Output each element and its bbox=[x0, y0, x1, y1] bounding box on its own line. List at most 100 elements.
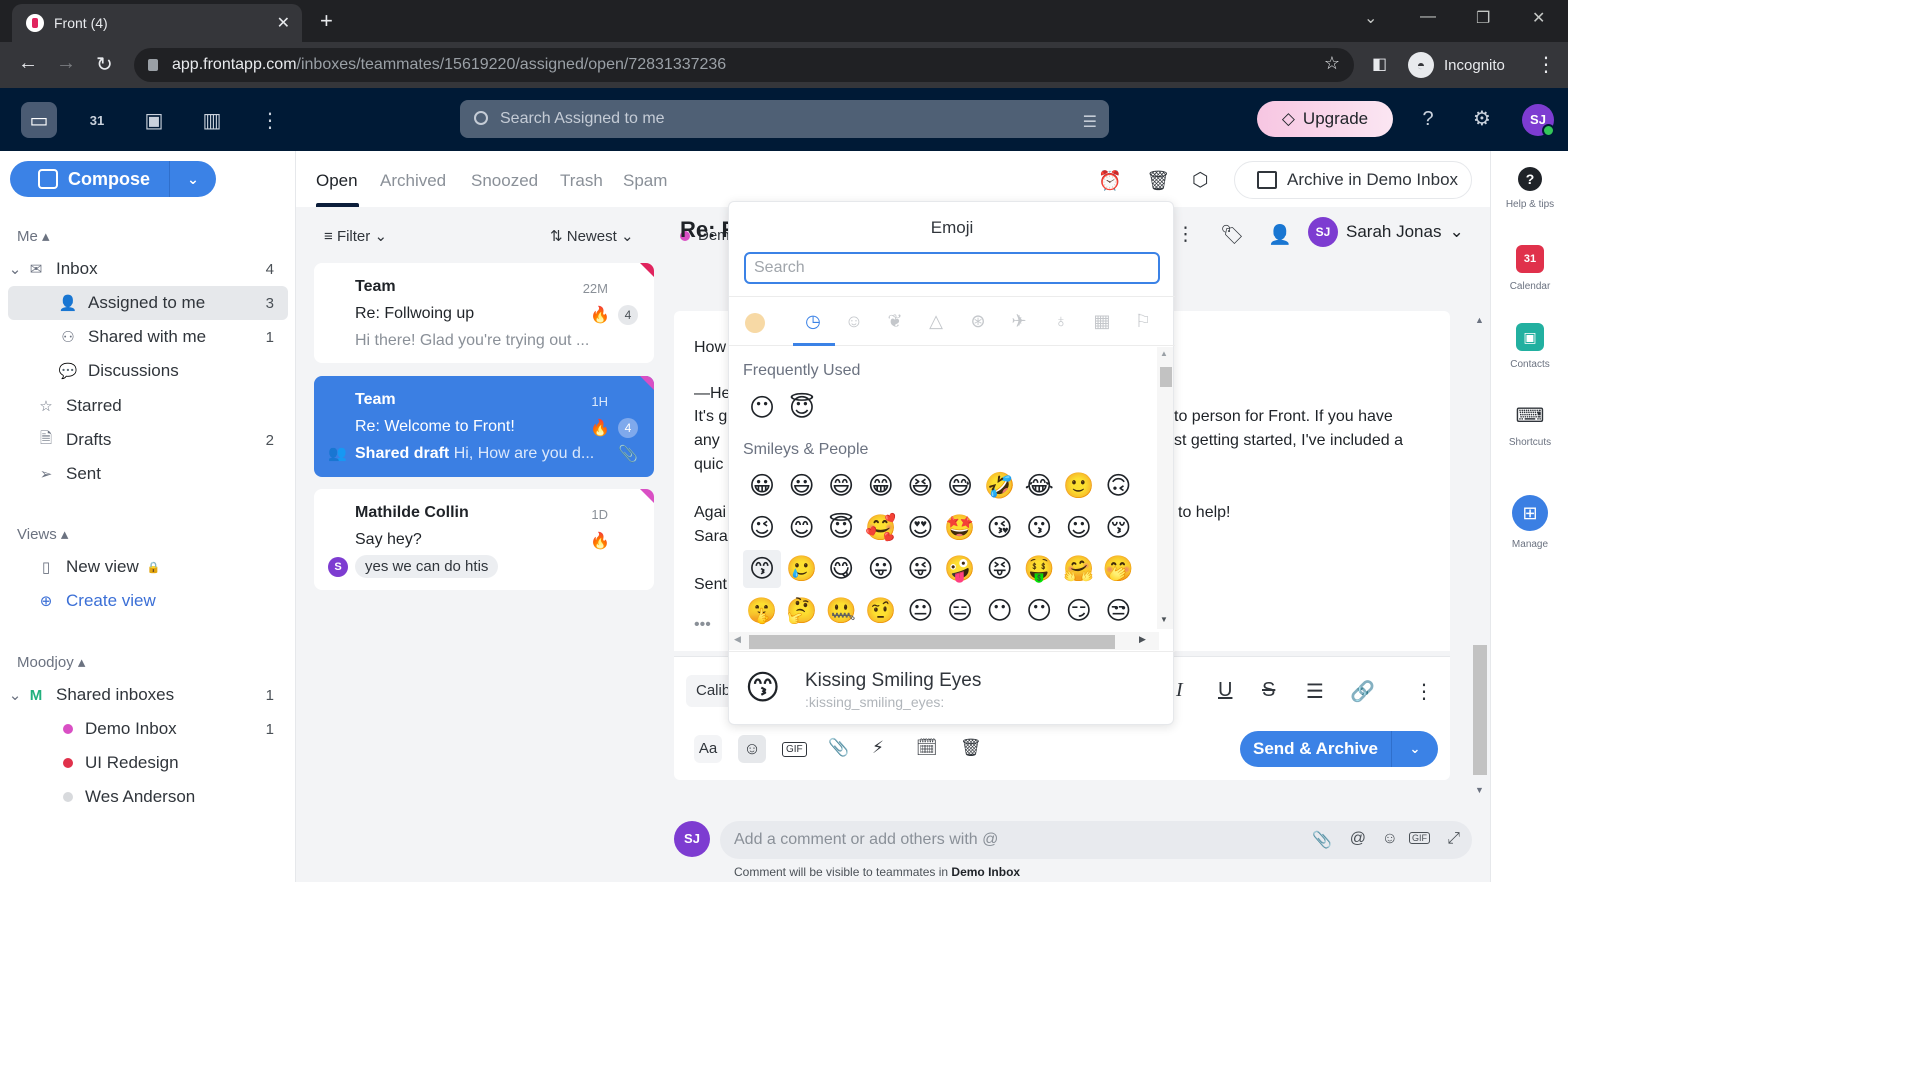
emoji-smiley-icon[interactable]: ☺ bbox=[1382, 830, 1398, 848]
emoji-button[interactable]: 😐 bbox=[901, 592, 939, 630]
close-window-icon[interactable]: ✕ bbox=[1532, 8, 1545, 28]
scroll-down-arrow-icon[interactable]: ▼ bbox=[1475, 785, 1484, 795]
emoji-button[interactable]: 😅 bbox=[941, 467, 979, 505]
food-category-icon[interactable]: △ bbox=[924, 309, 948, 333]
me-section-header[interactable]: Me ▴ bbox=[17, 227, 50, 245]
emoji-button[interactable]: 😊 bbox=[783, 509, 821, 547]
sidebar-item-inbox[interactable]: ⌄ ✉ Inbox 4 bbox=[8, 252, 288, 286]
attachment-paperclip-icon[interactable]: 📎 bbox=[828, 738, 849, 758]
compose-dropdown-chevron-icon[interactable]: ⌄ bbox=[170, 171, 216, 188]
views-section-header[interactable]: Views ▴ bbox=[17, 525, 68, 543]
rail-contacts[interactable]: ▣ Contacts bbox=[1491, 323, 1569, 370]
tag-icon[interactable]: 🏷 bbox=[1220, 223, 1244, 247]
objects-lightbulb-icon[interactable]: ♁ bbox=[1049, 309, 1073, 333]
bullet-list-icon[interactable]: ☰ bbox=[1306, 679, 1324, 704]
create-view-link[interactable]: ⊕ Create view bbox=[8, 584, 288, 618]
travel-airplane-icon[interactable]: ✈ bbox=[1007, 309, 1031, 333]
snooze-alarm-icon[interactable]: ⏰ bbox=[1098, 169, 1122, 193]
emoji-button[interactable]: 🙃 bbox=[1099, 467, 1137, 505]
flags-category-icon[interactable]: ⚐ bbox=[1131, 309, 1155, 333]
emoji-search-input[interactable] bbox=[744, 252, 1160, 284]
conversation-scrollbar[interactable]: ▲ ▼ bbox=[1471, 315, 1489, 800]
more-vertical-icon[interactable]: ⋮ bbox=[1176, 223, 1195, 246]
more-vertical-icon[interactable]: ⋮ bbox=[1414, 679, 1434, 704]
emoji-button[interactable]: 😑 bbox=[941, 592, 979, 630]
sidebar-item-ui-redesign[interactable]: UI Redesign bbox=[8, 746, 288, 780]
emoji-button[interactable]: 😉 bbox=[743, 509, 781, 547]
emoji-button[interactable]: 😒 bbox=[1099, 592, 1137, 630]
rail-help-tips[interactable]: ? Help & tips bbox=[1491, 167, 1569, 210]
emoji-button[interactable]: 😃 bbox=[783, 467, 821, 505]
sidebar-item-assigned-to-me[interactable]: 👤 Assigned to me 3 bbox=[8, 286, 288, 320]
sidepanel-icon[interactable]: ◧ bbox=[1372, 54, 1387, 74]
emoji-button[interactable]: 😜 bbox=[901, 550, 939, 588]
emoji-button[interactable]: 😘 bbox=[981, 509, 1019, 547]
more-apps-icon[interactable]: ⋮ bbox=[252, 102, 288, 138]
gif-icon[interactable]: GIF bbox=[782, 742, 807, 757]
tab-search-icon[interactable]: ⌄ bbox=[1364, 8, 1377, 28]
settings-gear-icon[interactable]: ⚙ bbox=[1469, 106, 1495, 132]
emoji-button[interactable]: 😚 bbox=[1099, 509, 1137, 547]
emoji-button[interactable]: 😆 bbox=[901, 467, 939, 505]
emoji-button[interactable]: 😋 bbox=[822, 550, 860, 588]
scrollbar-thumb[interactable] bbox=[1160, 367, 1172, 387]
sidebar-item-starred[interactable]: ☆ Starred bbox=[8, 389, 288, 423]
emoji-button[interactable]: 🤫 bbox=[743, 592, 781, 630]
scroll-up-arrow-icon[interactable]: ▲ bbox=[1475, 315, 1484, 325]
emoji-button[interactable]: 😇 bbox=[822, 509, 860, 547]
emoji-button[interactable]: 😂 bbox=[1020, 467, 1058, 505]
rail-shortcuts[interactable]: ⌨ Shortcuts bbox=[1491, 401, 1569, 449]
quick-action-bolt-icon[interactable]: ⚡ bbox=[872, 738, 884, 758]
emoji-button[interactable]: 🤑 bbox=[1020, 550, 1058, 588]
discard-trash-icon[interactable]: 🗑 bbox=[960, 738, 982, 758]
scroll-down-arrow-icon[interactable]: ▼ bbox=[1160, 615, 1168, 624]
assign-user-icon[interactable]: 👤 bbox=[1268, 223, 1292, 247]
search-filter-icon[interactable]: ☰ bbox=[1083, 112, 1097, 132]
emoji-button[interactable]: 🥲 bbox=[783, 550, 821, 588]
bookmark-star-icon[interactable]: ☆ bbox=[1324, 53, 1340, 74]
recent-clock-icon[interactable]: ◷ bbox=[801, 309, 825, 333]
animals-leaf-icon[interactable]: ❦ bbox=[883, 309, 907, 333]
sidebar-item-wes-anderson[interactable]: Wes Anderson bbox=[8, 780, 288, 814]
emoji-button[interactable]: 😶 bbox=[981, 592, 1019, 630]
emoji-button[interactable]: 😝 bbox=[981, 550, 1019, 588]
global-search-input[interactable]: Search Assigned to me ☰ bbox=[460, 100, 1109, 138]
close-tab-icon[interactable]: ✕ bbox=[277, 13, 290, 33]
sidebar-item-sent[interactable]: ➢ Sent bbox=[8, 457, 288, 491]
browser-menu-icon[interactable]: ⋮ bbox=[1536, 52, 1556, 77]
back-icon[interactable]: ← bbox=[18, 52, 38, 75]
text-format-icon[interactable]: Aa bbox=[694, 735, 722, 763]
emoji-button[interactable]: 🤪 bbox=[941, 550, 979, 588]
forward-icon[interactable]: → bbox=[56, 52, 76, 75]
emoji-button[interactable]: 🥰 bbox=[862, 509, 900, 547]
tab-archived[interactable]: Archived bbox=[380, 171, 446, 191]
send-archive-button[interactable]: Send & Archive ⌄ bbox=[1240, 731, 1438, 767]
emoji-button[interactable]: 🤩 bbox=[941, 509, 979, 547]
sidebar-item-shared-inboxes[interactable]: ⌄ M Shared inboxes 1 bbox=[8, 678, 288, 712]
tab-open[interactable]: Open bbox=[316, 171, 358, 191]
italic-icon[interactable]: I bbox=[1176, 679, 1183, 702]
emoji-button[interactable]: 😁 bbox=[862, 467, 900, 505]
emoji-button[interactable]: 🤭 bbox=[1099, 550, 1137, 588]
sidebar-item-shared-with-me[interactable]: ⚇ Shared with me 1 bbox=[8, 320, 288, 354]
restore-icon[interactable]: ❐ bbox=[1476, 8, 1490, 28]
symbols-category-icon[interactable]: ▦ bbox=[1090, 309, 1114, 333]
emoji-button[interactable]: 🤗 bbox=[1060, 550, 1098, 588]
emoji-button[interactable]: 🤣 bbox=[981, 467, 1019, 505]
sidebar-item-new-view[interactable]: ▯ New view 🔒 bbox=[8, 550, 288, 584]
activity-ball-icon[interactable]: ⊛ bbox=[966, 309, 990, 333]
tab-snoozed[interactable]: Snoozed bbox=[471, 171, 538, 191]
emoji-button[interactable]: 😏 bbox=[1060, 592, 1098, 630]
expand-icon[interactable]: ⤢ bbox=[1447, 830, 1460, 848]
url-field[interactable]: app.frontapp.com /inboxes/teammates/1561… bbox=[134, 48, 1354, 82]
tab-spam[interactable]: Spam bbox=[623, 171, 667, 191]
sidebar-item-drafts[interactable]: 🗎 Drafts 2 bbox=[8, 423, 288, 457]
emoji-smiley-icon[interactable]: ☺ bbox=[738, 735, 766, 763]
upgrade-button[interactable]: ◇ Upgrade bbox=[1257, 101, 1393, 137]
emoji-button[interactable]: 🤐 bbox=[822, 592, 860, 630]
conversation-item[interactable]: Team 22M Re: Follwoing up 🔥 4 Hi there! … bbox=[314, 263, 654, 363]
conversation-item[interactable]: Mathilde Collin 1D Say hey? 🔥 S yes we c… bbox=[314, 489, 654, 590]
emoji-button-hovered[interactable]: 😙 bbox=[743, 550, 781, 588]
emoji-button[interactable]: 😗 bbox=[1020, 509, 1058, 547]
emoji-button[interactable]: 🙂 bbox=[1060, 467, 1098, 505]
